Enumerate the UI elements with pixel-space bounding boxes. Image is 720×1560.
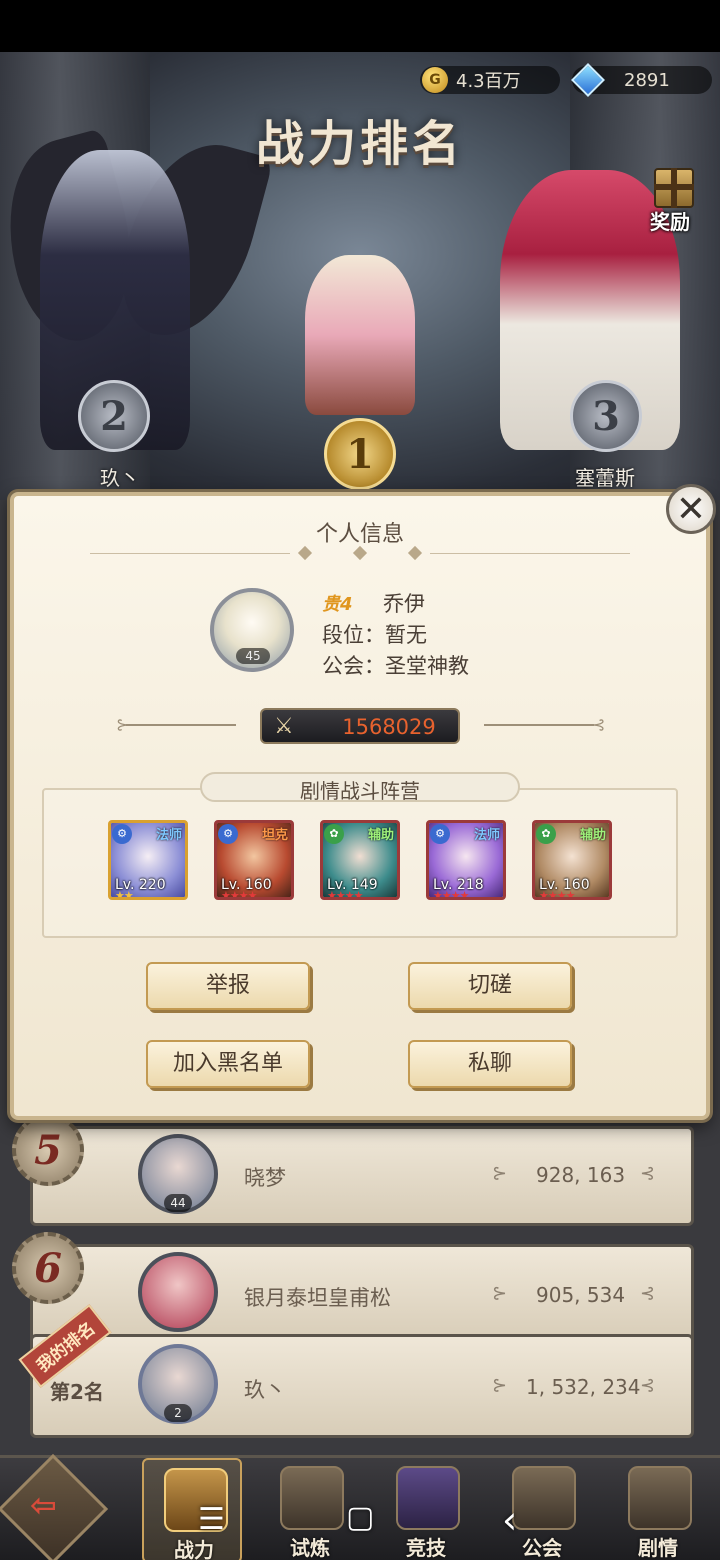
hero-stars: ★★★★ xyxy=(433,889,469,900)
report-button[interactable]: 举报 xyxy=(146,962,310,1010)
hero-class: 坦克 xyxy=(261,828,288,843)
profile-avatar[interactable]: 45 xyxy=(210,588,294,672)
avatar-level: 44 xyxy=(164,1194,192,1212)
lineup-hero-card[interactable]: ⚙ 法师 Lv. 220 ★★ xyxy=(108,820,188,900)
rank-number-badge: 6 xyxy=(12,1232,84,1304)
gold-coin-icon: G xyxy=(422,67,448,93)
element-icon: ⚙ xyxy=(218,824,238,844)
ornament-icon: ⊰ xyxy=(640,1283,656,1304)
vip-badge: 贵4 xyxy=(322,594,353,615)
status-bar-area xyxy=(0,0,720,52)
my-name: 玖丶 xyxy=(244,1378,286,1402)
rank-medal-1: 1 xyxy=(324,418,396,490)
podium-name-2: 玖丶 xyxy=(100,466,140,490)
lineup-hero-card[interactable]: ⚙ 坦克 Lv. 160 ★★★★ xyxy=(214,820,294,900)
rank-medal-3: 3 xyxy=(570,380,642,452)
power-divider-right xyxy=(484,724,594,726)
my-rank-position: 第2名 xyxy=(50,1380,104,1404)
hero-stars: ★★★★ xyxy=(327,889,363,900)
power-value: 1568029 xyxy=(342,715,436,739)
hero-stars: ★★★★ xyxy=(221,889,257,900)
lineup-label: 剧情战斗阵营 xyxy=(300,779,420,803)
hero-class: 法师 xyxy=(473,828,500,843)
private-chat-button[interactable]: 私聊 xyxy=(408,1040,572,1088)
rank-medal-2: 2 xyxy=(78,380,150,452)
profile-name: 乔伊 xyxy=(383,592,425,616)
ornament-icon: ⊱ xyxy=(492,1375,508,1396)
gold-counter[interactable]: G 4.3百万 xyxy=(420,66,560,94)
page-title: 战力排名 xyxy=(255,116,464,172)
ornament-icon: ⊰ xyxy=(640,1375,656,1396)
power-display: ⚔ 1568029 xyxy=(260,708,460,744)
hero-class: 辅助 xyxy=(579,828,606,843)
swords-icon: ⚔ xyxy=(274,714,294,739)
back-icon[interactable]: ‹ xyxy=(502,1498,517,1542)
element-icon: ✿ xyxy=(324,824,344,844)
gift-icon xyxy=(654,168,694,208)
gold-amount: 4.3百万 xyxy=(456,71,521,92)
player-name: 银月泰坦皇甫松 xyxy=(244,1286,391,1310)
menu-icon[interactable]: ☰ xyxy=(198,1502,225,1537)
profile-segment: 段位：暂无 xyxy=(322,623,427,647)
hero-stars: ★★★★ xyxy=(539,889,575,900)
home-icon[interactable]: ▢ xyxy=(346,1500,374,1535)
reward-button[interactable]: 奖励 xyxy=(640,168,704,234)
dialog-title: 个人信息 xyxy=(315,522,404,547)
avatar-level: 45 xyxy=(236,648,270,664)
ornament-icon: ⊰ xyxy=(640,1163,656,1184)
my-avatar[interactable]: 2 xyxy=(138,1344,218,1424)
hero-class: 辅助 xyxy=(367,828,394,843)
player-name: 晓梦 xyxy=(244,1166,286,1190)
profile-guild: 公会：圣堂神教 xyxy=(322,654,469,678)
ornament-icon: ⊱ xyxy=(492,1163,508,1184)
ornament-icon: ⊱ xyxy=(492,1283,508,1304)
rank-number-badge: 5 xyxy=(12,1114,84,1186)
close-button[interactable]: ✕ xyxy=(666,484,716,534)
gem-counter[interactable]: 2891 xyxy=(571,63,712,97)
hero-class: 法师 xyxy=(155,828,182,843)
podium-name-3: 塞蕾斯 xyxy=(575,466,635,490)
my-power: 1, 532, 234 xyxy=(526,1375,641,1399)
podium-hero-1[interactable] xyxy=(305,255,415,415)
avatar-level: 2 xyxy=(164,1404,192,1422)
lineup-hero-card[interactable]: ⚙ 法师 Lv. 218 ★★★★ xyxy=(426,820,506,900)
lineup-hero-card[interactable]: ✿ 辅助 Lv. 149 ★★★★ xyxy=(320,820,400,900)
duel-button[interactable]: 切磋 xyxy=(408,962,572,1010)
title-divider xyxy=(90,545,630,561)
ornament-icon: ⊰ xyxy=(592,715,606,734)
blacklist-button[interactable]: 加入黑名单 xyxy=(146,1040,310,1088)
element-icon: ✿ xyxy=(536,824,556,844)
lineup-hero-card[interactable]: ✿ 辅助 Lv. 160 ★★★★ xyxy=(532,820,612,900)
player-power: 928, 163 xyxy=(536,1163,626,1187)
hero-stars: ★★ xyxy=(115,889,134,900)
reward-label: 奖励 xyxy=(650,210,690,234)
avatar[interactable]: 44 xyxy=(138,1134,218,1214)
element-icon: ⚙ xyxy=(112,824,132,844)
element-icon: ⚙ xyxy=(430,824,450,844)
player-power: 905, 534 xyxy=(536,1283,626,1307)
power-divider-left xyxy=(126,724,236,726)
system-nav-bar: ☰ ▢ ‹ xyxy=(0,1490,720,1550)
gem-amount: 2891 xyxy=(624,69,670,91)
avatar[interactable] xyxy=(138,1252,218,1332)
